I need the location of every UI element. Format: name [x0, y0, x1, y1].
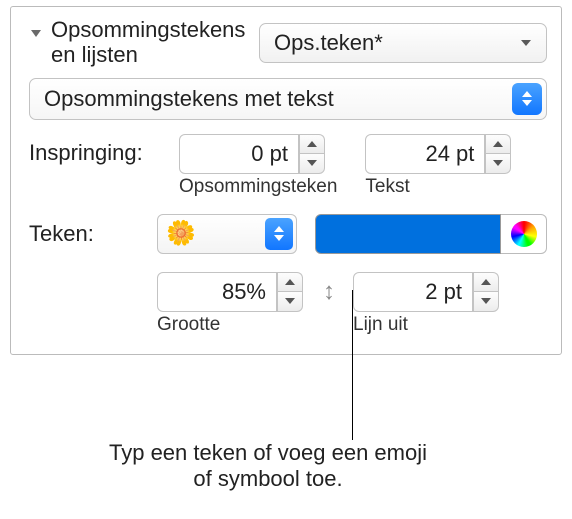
stepper-down-icon[interactable]: [277, 291, 303, 312]
text-indent-field[interactable]: 24 pt: [365, 134, 485, 174]
text-indent-caption: Tekst: [365, 176, 409, 198]
list-style-label: Ops.teken*: [274, 30, 383, 56]
callout-leader-line: [352, 290, 353, 440]
chevron-down-icon: [518, 35, 534, 51]
size-group: 85% Grootte: [157, 272, 303, 336]
character-row: Teken: 🌼: [29, 214, 547, 254]
size-stepper[interactable]: [277, 272, 303, 312]
bullet-color-well: [315, 214, 547, 254]
panel-header: Opsommings­tekens en lijsten Ops.teken*: [29, 17, 547, 68]
size-field[interactable]: 85%: [157, 272, 277, 312]
character-emoji: 🌼: [166, 219, 196, 248]
stepper-up-icon[interactable]: [299, 134, 325, 154]
bullet-indent-field[interactable]: 0 pt: [179, 134, 299, 174]
stepper-down-icon[interactable]: [473, 291, 499, 312]
align-field[interactable]: 2 pt: [353, 272, 473, 312]
stepper-up-icon[interactable]: [473, 272, 499, 292]
indent-label: Inspringing:: [29, 134, 179, 166]
stepper-down-icon[interactable]: [299, 153, 325, 174]
popup-arrows-icon: [265, 218, 293, 250]
bullet-indent-group: 0 pt Opsommingsteken: [179, 134, 337, 198]
align-group: 2 pt Lijn uit: [353, 272, 499, 336]
color-picker-button[interactable]: [501, 214, 547, 254]
bullets-lists-panel: Opsommings­tekens en lijsten Ops.teken* …: [10, 6, 562, 355]
size-caption: Grootte: [157, 314, 220, 336]
popup-arrows-icon: [512, 83, 542, 115]
stepper-up-icon[interactable]: [485, 134, 511, 154]
align-caption: Lijn uit: [353, 314, 408, 336]
bullet-indent-caption: Opsommingsteken: [179, 176, 337, 198]
bullet-type-select[interactable]: Opsommingstekens met tekst: [29, 78, 547, 120]
stepper-up-icon[interactable]: [277, 272, 303, 292]
indent-row: Inspringing: 0 pt Opsommingsteken 24 pt …: [29, 134, 547, 198]
stepper-down-icon[interactable]: [485, 153, 511, 174]
character-label: Teken:: [29, 221, 139, 247]
callout-text: Typ een teken of voeg een emoji of symbo…: [108, 440, 428, 493]
list-style-select[interactable]: Ops.teken*: [259, 23, 547, 63]
align-stepper[interactable]: [473, 272, 499, 312]
size-row: 85% Grootte ↕ 2 pt Lijn uit: [29, 272, 547, 336]
align-link-icon[interactable]: ↕: [313, 272, 345, 312]
disclosure-chevron-icon[interactable]: [29, 27, 43, 41]
panel-title: Opsommings­tekens en lijsten: [51, 17, 251, 68]
bullet-type-label: Opsommingstekens met tekst: [44, 86, 334, 112]
color-wheel-icon: [511, 221, 537, 247]
text-indent-stepper[interactable]: [485, 134, 511, 174]
bullet-indent-stepper[interactable]: [299, 134, 325, 174]
character-select[interactable]: 🌼: [157, 214, 297, 254]
color-swatch[interactable]: [315, 214, 501, 254]
text-indent-group: 24 pt Tekst: [365, 134, 511, 198]
